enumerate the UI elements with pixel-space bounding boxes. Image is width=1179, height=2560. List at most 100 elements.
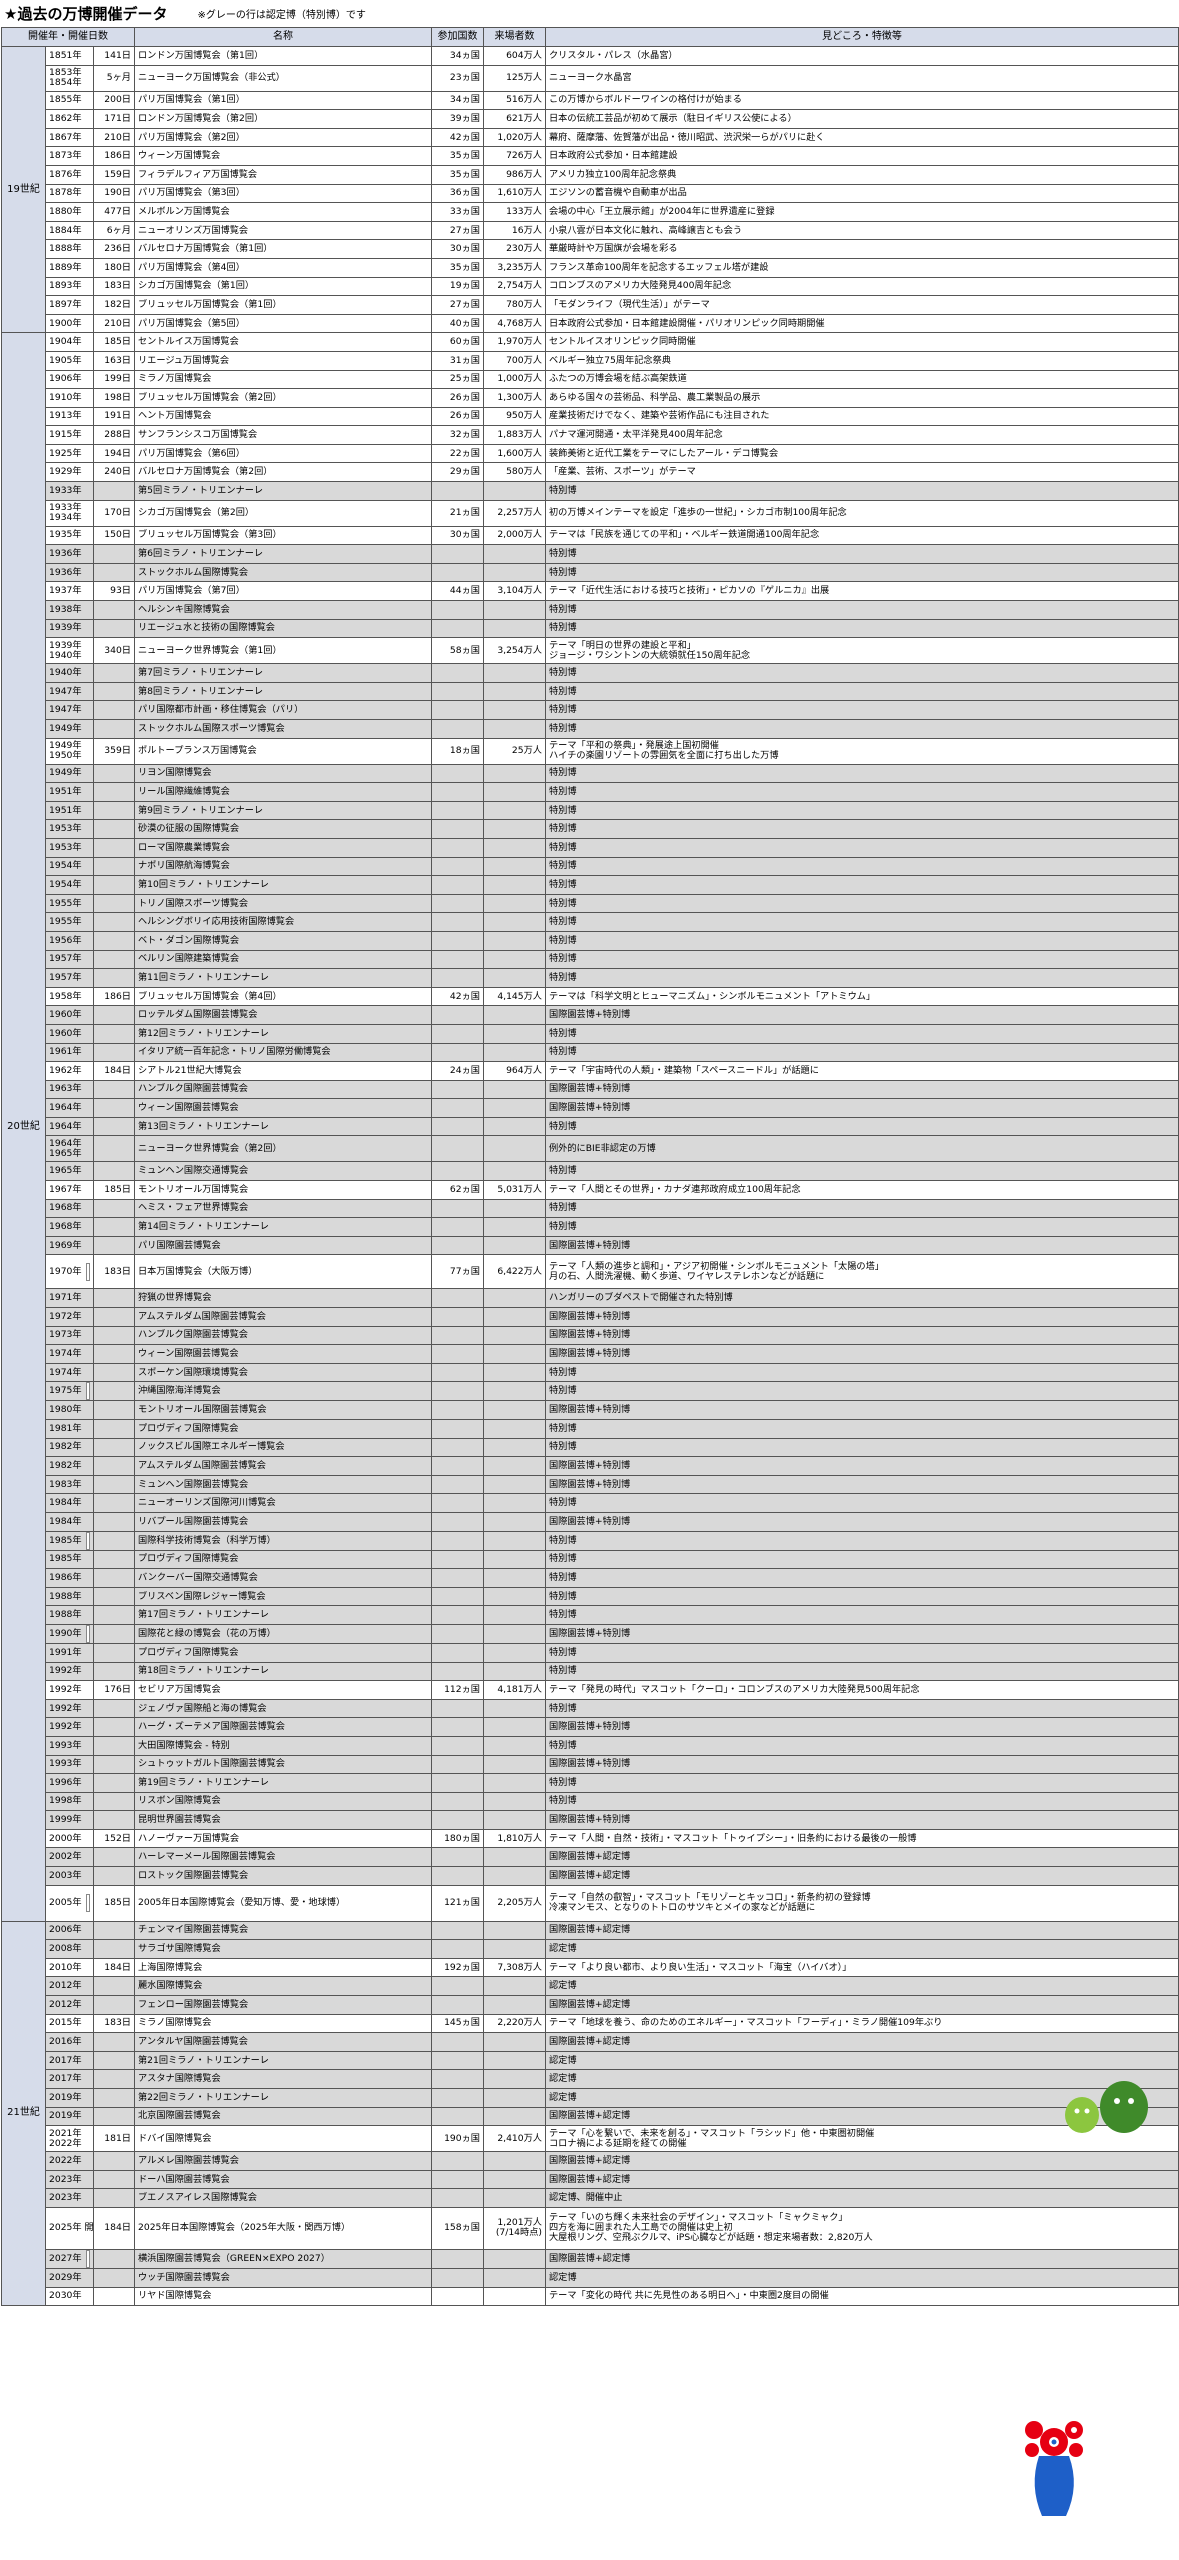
name-cell: 大田国際博覧会 - 特別 <box>134 1735 432 1756</box>
table-row: 1936年 ストックホルム国際博覧会 特別博 <box>2 562 1179 583</box>
year-cell-text: 1949年 <box>49 722 82 734</box>
visitors-cell: 780万人 <box>483 295 546 315</box>
table-row: 19世紀 1851年 141日 ロンドン万国博覧会（第1回） 34ヵ国 604万人 クリスタ… <box>1 45 1179 334</box>
page-title: ★過去の万博開催データ <box>4 5 168 23</box>
name-cell-text: プロヴディフ国際博覧会 <box>138 1422 239 1434</box>
year-cell: 1991年 <box>45 1642 94 1663</box>
description-cell-text: 特別博 <box>549 1497 577 1509</box>
name-cell: ニューヨーク世界博覧会（第1回） <box>134 637 432 665</box>
name-cell: 国際科学技術博覧会（科学万博） <box>134 1530 432 1551</box>
year-cell-text: 1937年 <box>49 585 82 597</box>
table-row: 1969年 パリ国際園芸博覧会 国際園芸博+特別博 <box>2 1235 1179 1256</box>
countries-cell <box>431 719 484 739</box>
description-cell-text: 特別博 <box>549 785 577 797</box>
name-cell-text: セントルイス万国博覧会 <box>138 336 239 348</box>
year-cell-text: 2006年 <box>49 1924 82 1936</box>
visitors-cell <box>483 1344 546 1364</box>
table-row: 1983年 ミュンヘン国際園芸博覧会 国際園芸博+特別博 <box>2 1474 1179 1495</box>
table-row: 2002年 ハーレマーメール国際園芸博覧会 国際園芸博+認定博 <box>2 1847 1179 1868</box>
days-cell-text: 150日 <box>104 529 131 541</box>
table-row: 1880年 477日 メルボルン万国博覧会 33ヵ国 133万人 会場の中心「王立展示館」… <box>2 202 1179 222</box>
description-cell: ベルギー独立75周年記念祭典 <box>545 350 1179 371</box>
description-cell: 特別博 <box>545 562 1179 583</box>
century-label: 19世紀 <box>1 45 46 334</box>
days-cell: 93日 <box>93 581 135 602</box>
year-cell-text: 1968年 <box>49 1221 82 1233</box>
year-cell: 1940年 <box>45 663 94 683</box>
description-cell: 特別博 <box>545 930 1179 951</box>
table-row: 1900年 210日 パリ万国博覧会（第5回） 40ヵ国 4,768万人 日本政府公式参加… <box>2 313 1179 334</box>
name-cell: イタリア統一百年記念・トリノ国際労働博覧会 <box>134 1042 432 1063</box>
visitors-cell <box>483 893 546 914</box>
year-cell-text: 1936年 <box>49 566 82 578</box>
year-cell: 1973年 <box>45 1325 94 1346</box>
table-row: 2023年 ドーハ国際園芸博覧会 国際園芸博+認定博 <box>2 2169 1179 2190</box>
description-cell-text: 国際園芸博+特別博 <box>549 1459 631 1471</box>
year-cell: 1913年 <box>45 406 94 427</box>
name-cell: ナポリ国際航海博覧会 <box>134 856 432 877</box>
table-row: 1957年 第11回ミラノ・トリエンナーレ 特別博 <box>2 968 1179 988</box>
description-cell: 特別博 <box>545 1381 1179 1402</box>
countries-cell <box>431 949 484 970</box>
name-cell-text: バルセロナ万国博覧会（第2回） <box>138 466 273 478</box>
year-cell: 1933年 <box>45 481 94 501</box>
description-cell-text: セントルイスオリンピック同時開催 <box>549 336 696 348</box>
description-cell-text: テーマ「心を繋いで、未来を創る」・マスコット「ラシッド」他・中東圏初開催 コロナ… <box>549 2127 875 2149</box>
name-cell: 昆明世界園芸博覧会 <box>134 1810 432 1830</box>
visitors-cell-text: 6,422万人 <box>497 1265 542 1277</box>
description-cell: 国際園芸博+認定博 <box>545 1995 1179 2015</box>
year-cell-text: 1862年 <box>49 112 82 124</box>
description-cell: 国際園芸博+特別博 <box>545 1474 1179 1495</box>
description-cell-text: 特別博 <box>549 704 577 716</box>
visitors-cell: 1,600万人 <box>483 443 546 464</box>
description-cell: 特別博 <box>545 875 1179 895</box>
year-cell-text: 1949年 1950年 <box>49 740 82 762</box>
year-cell: 2003年 <box>45 1866 94 1886</box>
days-cell-text: 186日 <box>104 150 131 162</box>
days-cell <box>93 1098 135 1118</box>
description-cell: パナマ運河開通・太平洋発見400周年記念 <box>545 425 1179 445</box>
table-row: 2017年 アスタナ国際博覧会 認定博 <box>2 2069 1179 2089</box>
description-cell-text: 特別博 <box>549 1739 577 1751</box>
days-cell <box>93 2286 135 2307</box>
year-cell-text: 1954年 <box>49 860 82 872</box>
year-text: 2025年 開催中 <box>49 2222 94 2234</box>
name-cell: ヘント万国博覧会 <box>134 406 432 427</box>
name-cell: 2025年日本国際博覧会（2025年大阪・関西万博） <box>134 2206 432 2250</box>
description-cell-text: クリスタル・パレス（水晶宮） <box>549 49 678 61</box>
countries-cell: 112ヵ国 <box>431 1680 484 1700</box>
name-cell-text: 第21回ミラノ・トリエンナーレ <box>138 2054 269 2066</box>
visitors-cell: 1,020万人 <box>483 127 546 148</box>
year-cell-text: 1873年 <box>49 150 82 162</box>
description-cell-text: 特別博 <box>549 1665 577 1677</box>
visitors-cell <box>483 719 546 739</box>
visitors-cell: 16万人 <box>483 220 546 241</box>
description-cell: 特別博 <box>545 1437 1179 1458</box>
description-cell-text: 初の万博メインテーマを設定「進歩の一世紀」・シカゴ市制100周年記念 <box>549 507 847 519</box>
year-cell: 1992年 <box>45 1680 94 1700</box>
description-cell: 認定博、開催中止 <box>545 2188 1179 2208</box>
table-row: 1884年 6ヶ月 ニューオリンズ万国博覧会 27ヵ国 16万人 小泉八雲が日本文化に触れ… <box>2 220 1179 241</box>
name-cell: ヘルシングボリイ応用技術国際博覧会 <box>134 912 432 932</box>
name-cell: ロッテルダム国際園芸博覧会 <box>134 1005 432 1025</box>
countries-cell-text: 30ヵ国 <box>449 529 480 541</box>
name-cell-text: 2005年日本国際博覧会（愛知万博、愛・地球博） <box>138 1897 346 1909</box>
year-cell-text: 1893年 <box>49 280 82 292</box>
days-cell: 240日 <box>93 462 135 483</box>
countries-cell-text: 18ヵ国 <box>449 745 480 757</box>
countries-cell <box>431 2286 484 2307</box>
days-cell: 170日 <box>93 499 135 527</box>
countries-cell <box>431 1995 484 2015</box>
name-cell: 第7回ミラノ・トリエンナーレ <box>134 663 432 683</box>
description-cell-text: 認定博、開催中止 <box>549 2192 623 2204</box>
table-row: 1985年 プロヴディフ国際博覧会 特別博 <box>2 1549 1179 1570</box>
table-row: 1951年 リール国際繊維博覧会 特別博 <box>2 782 1179 802</box>
table-row: 1933年 第5回ミラノ・トリエンナーレ 特別博 <box>2 481 1179 501</box>
table-row: 1973年 ハンブルク国際園芸博覧会 国際園芸博+特別博 <box>2 1325 1179 1346</box>
name-cell: 国際花と緑の博覧会（花の万博） <box>134 1623 432 1644</box>
name-cell: 日本万国博覧会（大阪万博） <box>134 1254 432 1290</box>
table-row: 1905年 163日 リエージュ万国博覧会 31ヵ国 700万人 ベルギー独立75周年記念… <box>2 350 1179 371</box>
page: { "title": "★過去の万博開催データ", "note": "※グレーの… <box>0 0 1179 2560</box>
table-row: 2022年 アルメレ国際園芸博覧会 国際園芸博+認定博 <box>2 2151 1179 2171</box>
description-cell: 特別博 <box>545 1735 1179 1756</box>
